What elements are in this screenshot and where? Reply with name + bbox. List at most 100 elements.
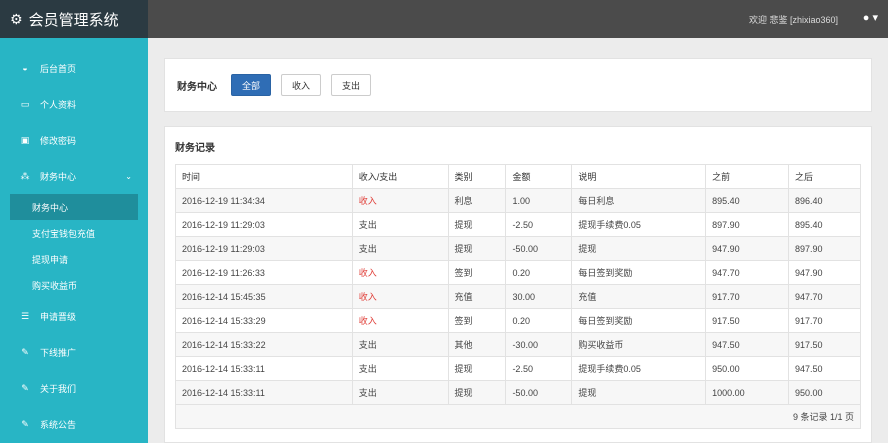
table-cell: 2016-12-19 11:34:34 (175, 188, 353, 213)
table-row: 2016-12-14 15:45:35 收入 充值 30.00 充值 917.70 947.… (175, 284, 861, 309)
table-cell: 每日利息 (571, 188, 707, 213)
table-cell: 917.70 (705, 284, 790, 309)
table-cell: 947.70 (788, 284, 861, 309)
table-cell: 提现 (571, 380, 707, 405)
table-cell: 提现 (447, 212, 507, 237)
image-icon: ▣ (20, 134, 30, 145)
sidebar-subitem-withdraw[interactable]: 提现申请 (0, 246, 148, 272)
sidebar-item-about[interactable]: ✎ 关于我们 (0, 370, 148, 406)
table-cell: 896.40 (788, 188, 861, 213)
filter-all-button[interactable]: 全部 (231, 74, 272, 96)
finance-title: 财务中心 (177, 81, 217, 93)
table-cell: 2016-12-14 15:33:22 (175, 332, 353, 357)
brand[interactable]: ⚙ 会员管理系统 (0, 0, 148, 38)
column-header: 说明 (571, 164, 707, 189)
user-icon: ● (862, 12, 870, 24)
table-cell: 提现手续费0.05 (571, 212, 707, 237)
sidebar-item-home[interactable]: ◒ 后台首页 (0, 50, 148, 86)
pager: 9 条记录 1/1 页 (175, 405, 861, 429)
sidebar-item-announcements[interactable]: ✎ 系统公告 (0, 406, 148, 442)
sidebar-item-finance[interactable]: ⁂ 财务中心 ⌄ (0, 158, 148, 194)
table-cell: 签到 (447, 308, 507, 333)
table-cell: 950.00 (788, 380, 861, 405)
table-cell: 897.90 (788, 236, 861, 261)
chevron-down-icon: ⌄ (125, 171, 132, 181)
edit-icon: ✎ (21, 382, 29, 393)
table-cell: 提现 (447, 380, 507, 405)
table-cell: 提现 (447, 236, 507, 261)
sidebar-item-profile[interactable]: ▭ 个人资料 (0, 86, 148, 122)
table-row: 2016-12-19 11:29:03 支出 提现 -50.00 提现 947.90 897… (175, 236, 861, 261)
table-row: 2016-12-14 15:33:11 支出 提现 -50.00 提现 1000.00 95… (175, 380, 861, 405)
filter-expense-button[interactable]: 支出 (331, 74, 372, 96)
table-cell: 收入 (351, 260, 449, 285)
edit-icon: ✎ (21, 418, 29, 429)
table-row: 2016-12-19 11:26:33 收入 签到 0.20 每日签到奖励 947.70 9… (175, 260, 861, 285)
sidebar-subitem-finance-center[interactable]: 财务中心 (10, 194, 138, 220)
table-cell: -50.00 (505, 380, 573, 405)
table-cell: 签到 (447, 260, 507, 285)
table-cell: 0.20 (505, 260, 573, 285)
table-cell: 2016-12-19 11:29:03 (175, 212, 353, 237)
table-cell: 897.90 (705, 212, 790, 237)
table-row: 2016-12-14 15:33:29 收入 签到 0.20 每日签到奖励 917.50 9… (175, 308, 861, 333)
table-cell: 充值 (447, 284, 507, 309)
column-header: 类别 (447, 164, 507, 189)
table-cell: -2.50 (505, 212, 573, 237)
table-cell: -2.50 (505, 356, 573, 381)
column-header: 金额 (505, 164, 573, 189)
table-cell: 提现 (447, 356, 507, 381)
table-cell: 947.50 (788, 356, 861, 381)
edit-icon: ✎ (21, 346, 29, 357)
sidebar-subitem-alipay-recharge[interactable]: 支付宝钱包充值 (0, 220, 148, 246)
table-cell: 2016-12-14 15:33:11 (175, 356, 353, 381)
table-cell: 2016-12-14 15:45:35 (175, 284, 353, 309)
column-header: 之后 (788, 164, 861, 189)
records-panel: 财务记录 时间 收入/支出 类别 金额 说明 之前 之后 2016-12-19 … (164, 126, 872, 443)
table-cell: 947.90 (788, 260, 861, 285)
user-menu-button[interactable]: ● ▾ (863, 11, 878, 24)
sidebar-item-upgrade[interactable]: ☰ 申请晋级 (0, 298, 148, 334)
filter-income-button[interactable]: 收入 (281, 74, 322, 96)
table-cell: 895.40 (705, 188, 790, 213)
table-cell: 0.20 (505, 308, 573, 333)
table-cell: 支出 (351, 380, 449, 405)
table-cell: 2016-12-14 15:33:11 (175, 380, 353, 405)
table-cell: 950.00 (705, 356, 790, 381)
records-title: 财务记录 (175, 143, 215, 154)
table-cell: 917.70 (788, 308, 861, 333)
table-cell: 收入 (351, 188, 449, 213)
table-row: 2016-12-14 15:33:11 支出 提现 -2.50 提现手续费0.05 950… (175, 356, 861, 381)
table-cell: 利息 (447, 188, 507, 213)
table-row: 2016-12-19 11:34:34 收入 利息 1.00 每日利息 895.40 896… (175, 188, 861, 213)
table-cell: 支出 (351, 212, 449, 237)
monitor-icon: ▭ (20, 98, 30, 109)
table-cell: 提现手续费0.05 (571, 356, 707, 381)
table-cell: 其他 (447, 332, 507, 357)
table-cell: 2016-12-19 11:26:33 (175, 260, 353, 285)
table-cell: 2016-12-14 15:33:29 (175, 308, 353, 333)
sidebar-item-password[interactable]: ▣ 修改密码 (0, 122, 148, 158)
table-cell: 895.40 (788, 212, 861, 237)
table-cell: 购买收益币 (571, 332, 707, 357)
table-cell: 支出 (351, 356, 449, 381)
dashboard-icon: ◒ (22, 63, 28, 73)
table-cell: 947.90 (705, 236, 790, 261)
column-header: 时间 (175, 164, 353, 189)
table-header-row: 时间 收入/支出 类别 金额 说明 之前 之后 (175, 164, 861, 189)
table-row: 2016-12-14 15:33:22 支出 其他 -30.00 购买收益币 947.50… (175, 332, 861, 357)
table-cell: 917.50 (705, 308, 790, 333)
column-header: 收入/支出 (351, 164, 449, 189)
column-header: 之前 (705, 164, 790, 189)
top-bar: ⚙ 会员管理系统 欢迎 悲鉴 [zhixiao360] ● ▾ (0, 0, 888, 38)
sidebar-item-promotion[interactable]: ✎ 下线推广 (0, 334, 148, 370)
table-cell: 支出 (351, 332, 449, 357)
welcome-text: 欢迎 悲鉴 [zhixiao360] (748, 15, 838, 25)
sidebar-subitem-buy-coins[interactable]: 购买收益币 (0, 272, 148, 298)
sitemap-icon: ⁂ (20, 170, 30, 181)
records-table: 时间 收入/支出 类别 金额 说明 之前 之后 2016-12-19 11:34… (175, 164, 861, 405)
app-title: 会员管理系统 (28, 11, 119, 29)
finance-filter-panel: 财务中心 全部 收入 支出 (164, 58, 872, 112)
table-cell: 支出 (351, 236, 449, 261)
table-cell: 收入 (351, 284, 449, 309)
